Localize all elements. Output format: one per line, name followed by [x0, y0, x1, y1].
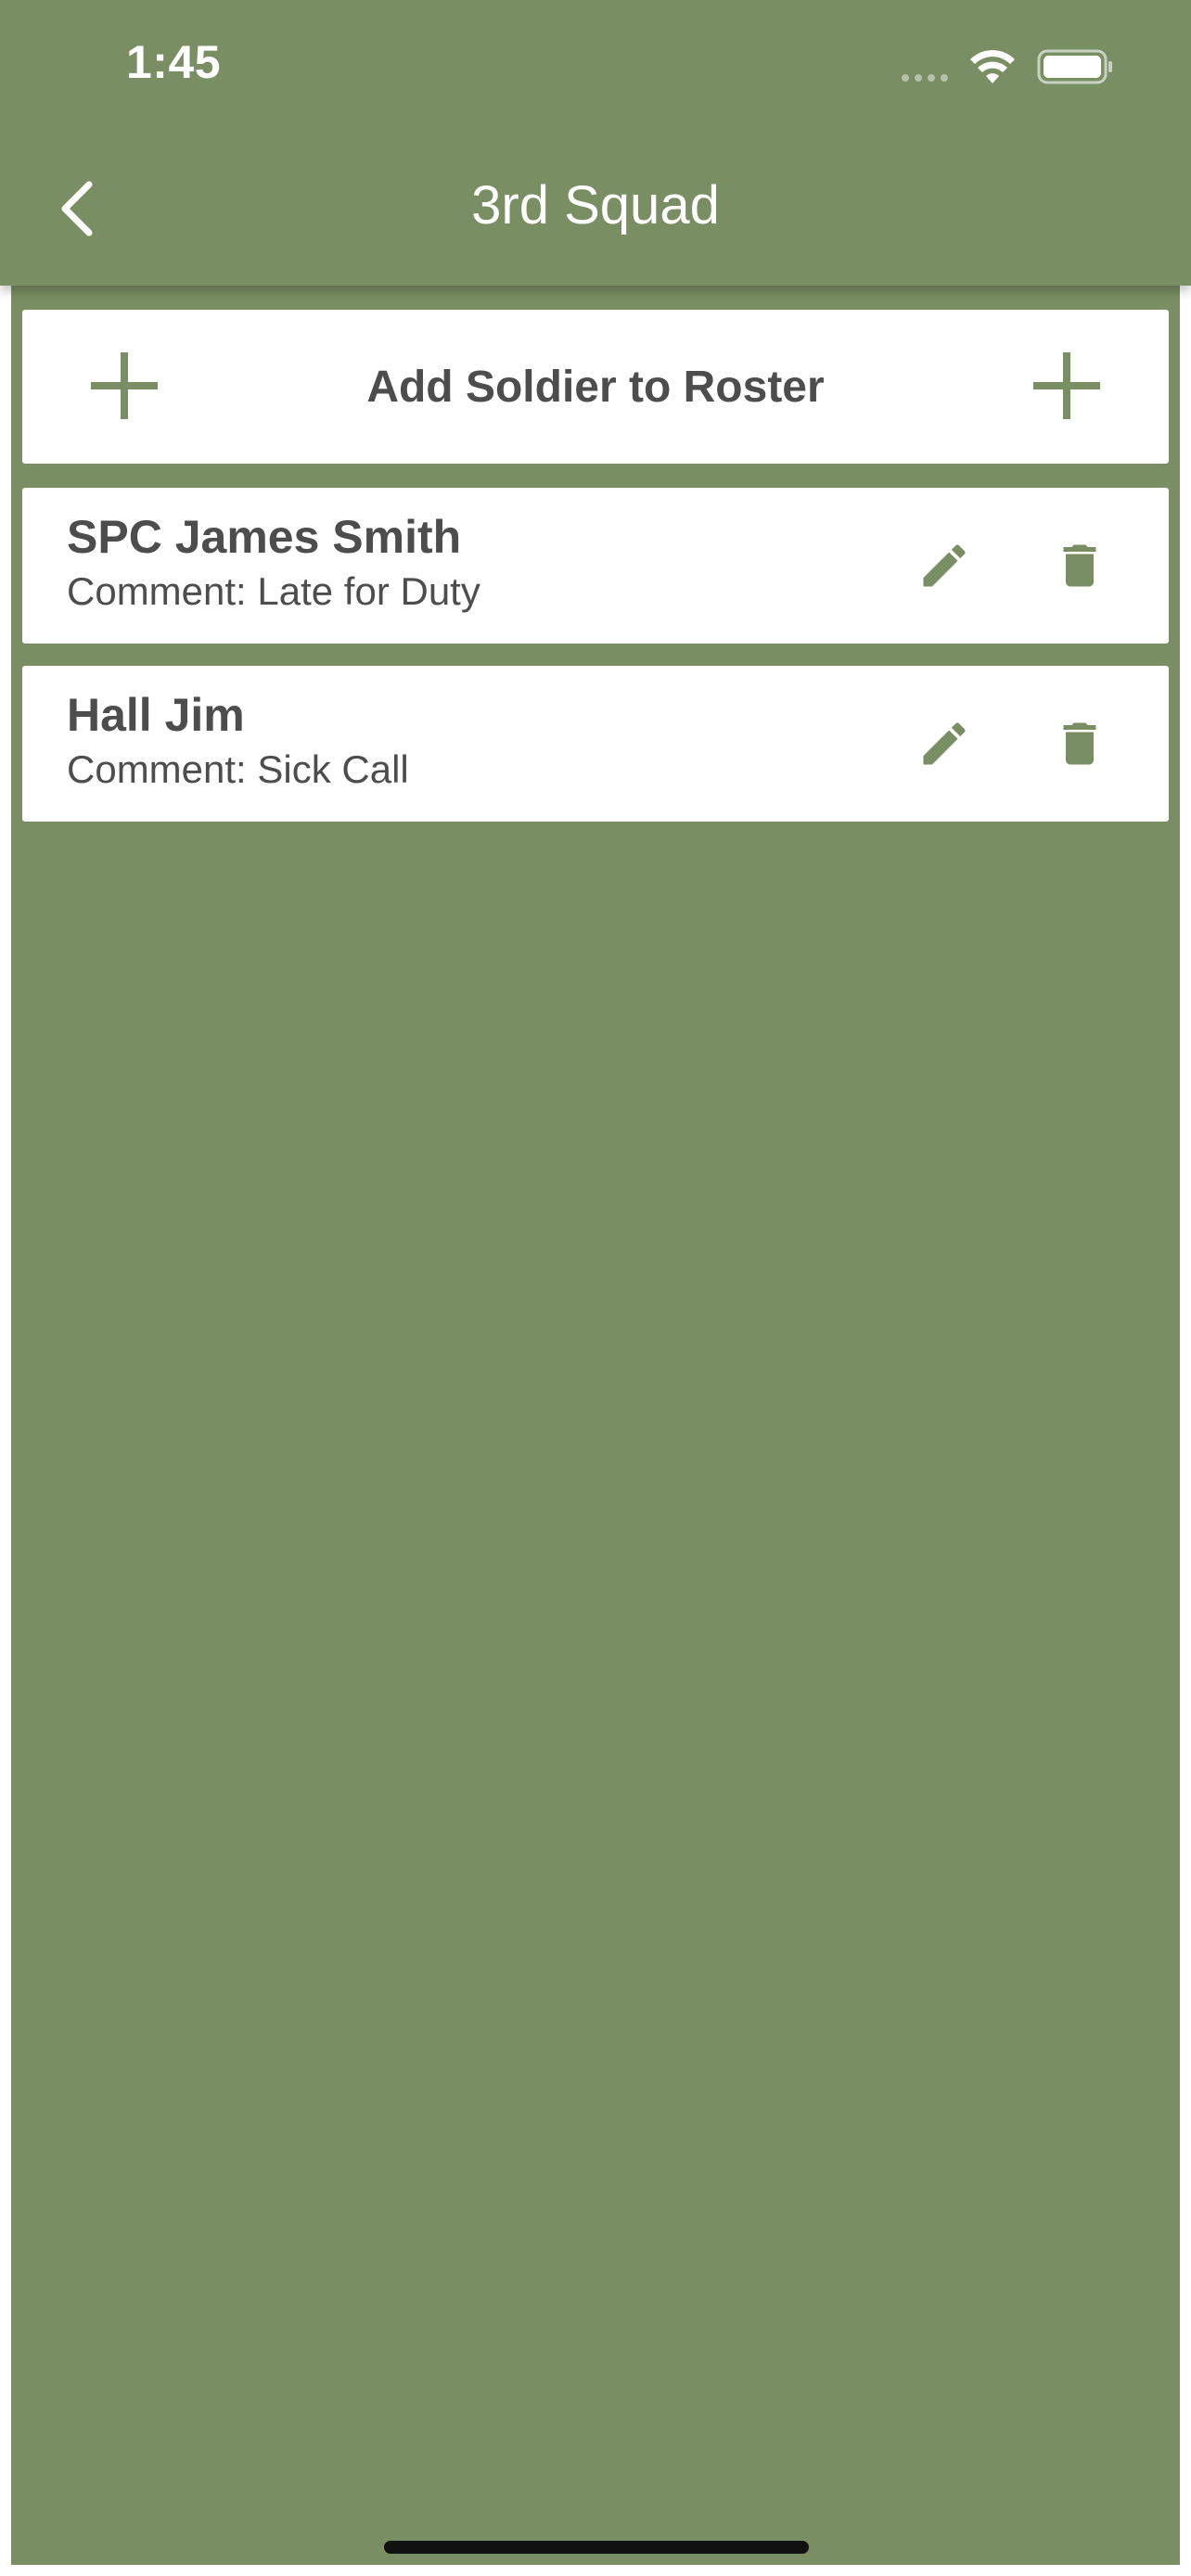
edit-button[interactable] [907, 529, 981, 603]
plus-icon [1033, 352, 1100, 419]
delete-button[interactable] [1043, 707, 1117, 781]
add-soldier-button[interactable]: Add Soldier to Roster [22, 310, 1169, 464]
signal-dots-icon [902, 48, 948, 85]
soldier-name: Hall Jim [67, 689, 245, 741]
battery-icon [1037, 49, 1112, 84]
pencil-icon [923, 722, 966, 765]
trash-icon [1063, 722, 1096, 765]
home-indicator[interactable] [384, 2541, 809, 2554]
screen: 1:45 3rd Squad Add Soldier to Roster SPC… [0, 0, 1191, 2576]
soldier-comment: Comment: Sick Call [67, 747, 409, 791]
page-title: 3rd Squad [471, 175, 720, 236]
list-item[interactable]: Hall Jim Comment: Sick Call [22, 666, 1169, 822]
soldier-comment: Comment: Late for Duty [67, 569, 480, 613]
app-header: 1:45 3rd Squad [0, 0, 1191, 286]
delete-button[interactable] [1043, 529, 1117, 603]
wifi-icon [970, 50, 1015, 83]
soldier-name: SPC James Smith [67, 511, 462, 563]
status-time: 1:45 [126, 36, 222, 88]
edit-button[interactable] [907, 707, 981, 781]
pencil-icon [923, 544, 966, 587]
roster-list: Add Soldier to Roster SPC James Smith Co… [11, 286, 1180, 2565]
add-soldier-label: Add Soldier to Roster [366, 363, 825, 412]
list-item[interactable]: SPC James Smith Comment: Late for Duty [22, 488, 1169, 644]
status-icons [902, 43, 1115, 91]
trash-icon [1063, 544, 1096, 587]
